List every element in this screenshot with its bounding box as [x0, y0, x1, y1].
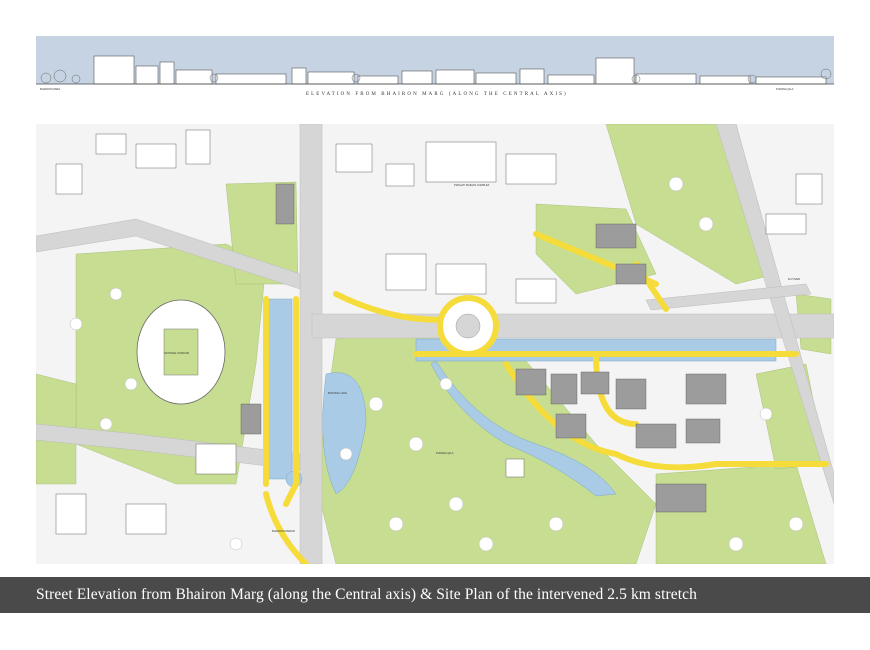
elevation-left-label: BHAIRON MARG	[40, 87, 60, 91]
label-boating-lake: BOATING LAKE	[328, 391, 347, 395]
roundabout	[437, 295, 499, 357]
caption-text: Street Elevation from Bhairon Marg (alon…	[36, 586, 697, 603]
label-flyover: FLYOVER	[788, 277, 800, 281]
label-bhairon-mandir: BHAIRON MANDIR	[272, 529, 295, 533]
street-elevation: BHAIRON MARG PURANA QILA ELEVATION FROM …	[36, 36, 834, 120]
label-purana-qila: PURANA QILA	[436, 451, 454, 455]
elevation-title: ELEVATION FROM BHAIRON MARG (ALONG THE C…	[306, 92, 568, 97]
label-stadium: NATIONAL STADIUM	[164, 351, 189, 355]
elevation-right-label: PURANA QILA	[776, 87, 794, 91]
label-pragati: PRAGATI MAIDAN COMPLEX	[454, 183, 490, 187]
caption-bar: Street Elevation from Bhairon Marg (alon…	[0, 577, 870, 613]
site-plan: PRAGATI MAIDAN COMPLEX NATIONAL STADIUM …	[36, 124, 834, 564]
